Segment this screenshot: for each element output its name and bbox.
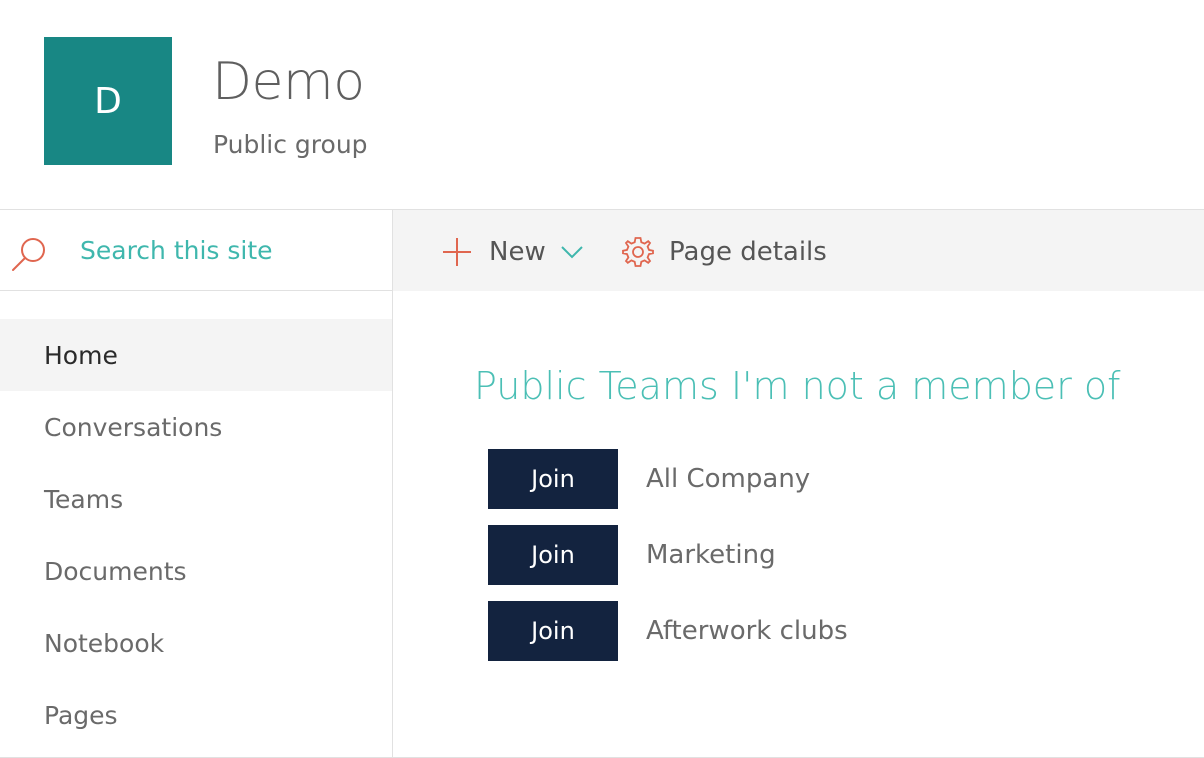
left-nav: Home Conversations Teams Documents Noteb…: [0, 319, 392, 751]
site-title[interactable]: Demo: [212, 50, 365, 114]
team-row: Join Afterwork clubs: [488, 601, 848, 661]
team-name: All Company: [646, 464, 811, 494]
site-subtitle: Public group: [213, 130, 368, 159]
page: D Demo Public group Search this site New: [0, 0, 1204, 758]
team-name: Afterwork clubs: [646, 616, 848, 646]
nav-item-home[interactable]: Home: [0, 319, 392, 391]
join-button[interactable]: Join: [488, 601, 618, 661]
page-details-label: Page details: [669, 237, 827, 267]
section-title: Public Teams I'm not a member of: [474, 364, 1121, 408]
team-row: Join Marketing: [488, 525, 848, 585]
site-logo[interactable]: D: [44, 37, 172, 165]
site-header: D Demo Public group: [0, 0, 1204, 210]
nav-item-pages[interactable]: Pages: [0, 679, 392, 751]
team-row: Join All Company: [488, 449, 848, 509]
chevron-down-icon[interactable]: [560, 240, 584, 264]
plus-icon: [443, 238, 471, 266]
nav-item-notebook[interactable]: Notebook: [0, 607, 392, 679]
gear-icon: [622, 237, 654, 267]
nav-item-documents[interactable]: Documents: [0, 535, 392, 607]
command-bar: New Page details: [393, 210, 1204, 291]
search-box[interactable]: Search this site: [0, 210, 392, 291]
new-button[interactable]: New: [441, 232, 584, 272]
join-button[interactable]: Join: [488, 449, 618, 509]
team-name: Marketing: [646, 540, 776, 570]
nav-item-teams[interactable]: Teams: [0, 463, 392, 535]
join-button[interactable]: Join: [488, 525, 618, 585]
new-button-label: New: [489, 237, 546, 267]
page-details-button[interactable]: Page details: [621, 232, 827, 272]
team-list: Join All Company Join Marketing Join Aft…: [488, 449, 848, 677]
search-icon[interactable]: [10, 234, 50, 274]
nav-item-conversations[interactable]: Conversations: [0, 391, 392, 463]
search-input[interactable]: Search this site: [80, 234, 273, 268]
nav-divider: [392, 210, 393, 758]
